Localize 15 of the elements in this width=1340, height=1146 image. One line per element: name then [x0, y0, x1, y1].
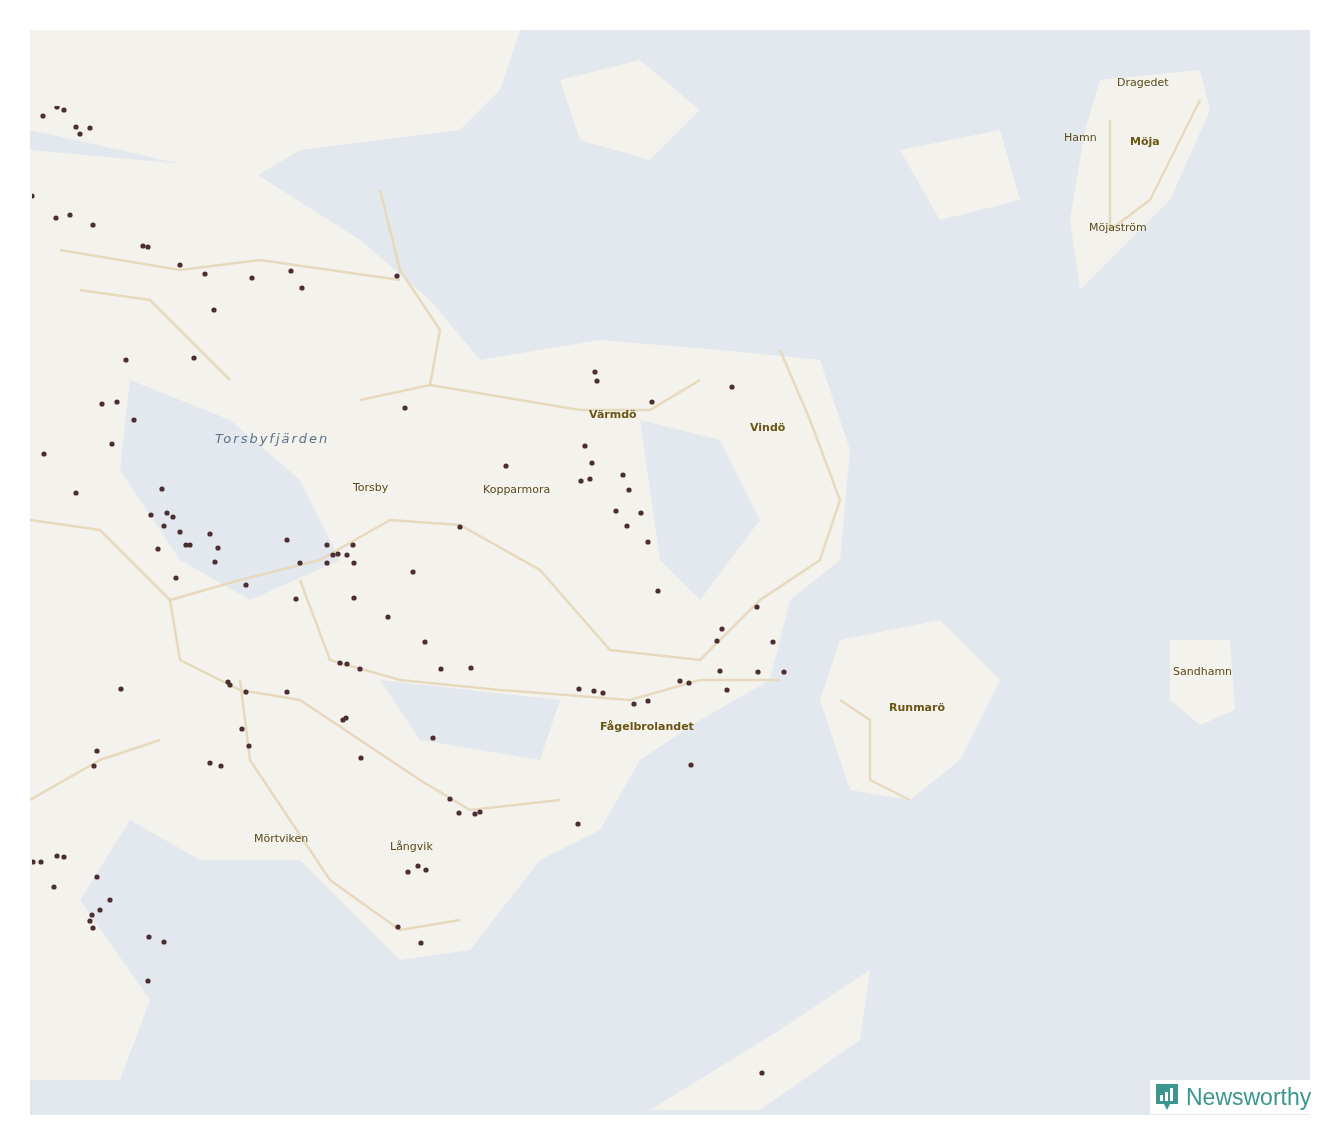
- place-label: Dragedet: [1117, 77, 1169, 88]
- place-label: Runmarö: [889, 702, 945, 713]
- place-label: Möjaström: [1089, 222, 1147, 233]
- place-label: Möja: [1130, 136, 1160, 147]
- brand-name: Newsworthy: [1186, 1085, 1312, 1109]
- place-label: Vindö: [750, 422, 786, 433]
- place-label: Sandhamn: [1173, 666, 1233, 677]
- place-label: Kopparmora: [483, 484, 551, 495]
- place-label: Fågelbrolandet: [600, 721, 694, 732]
- place-label: Långvik: [390, 841, 433, 852]
- place-label: Mörtviken: [254, 833, 309, 844]
- water-label: Torsbyfjärden: [215, 432, 330, 445]
- place-label: Värmdö: [589, 409, 637, 420]
- place-label: Hamn: [1064, 132, 1097, 143]
- place-label: Torsby: [353, 482, 389, 493]
